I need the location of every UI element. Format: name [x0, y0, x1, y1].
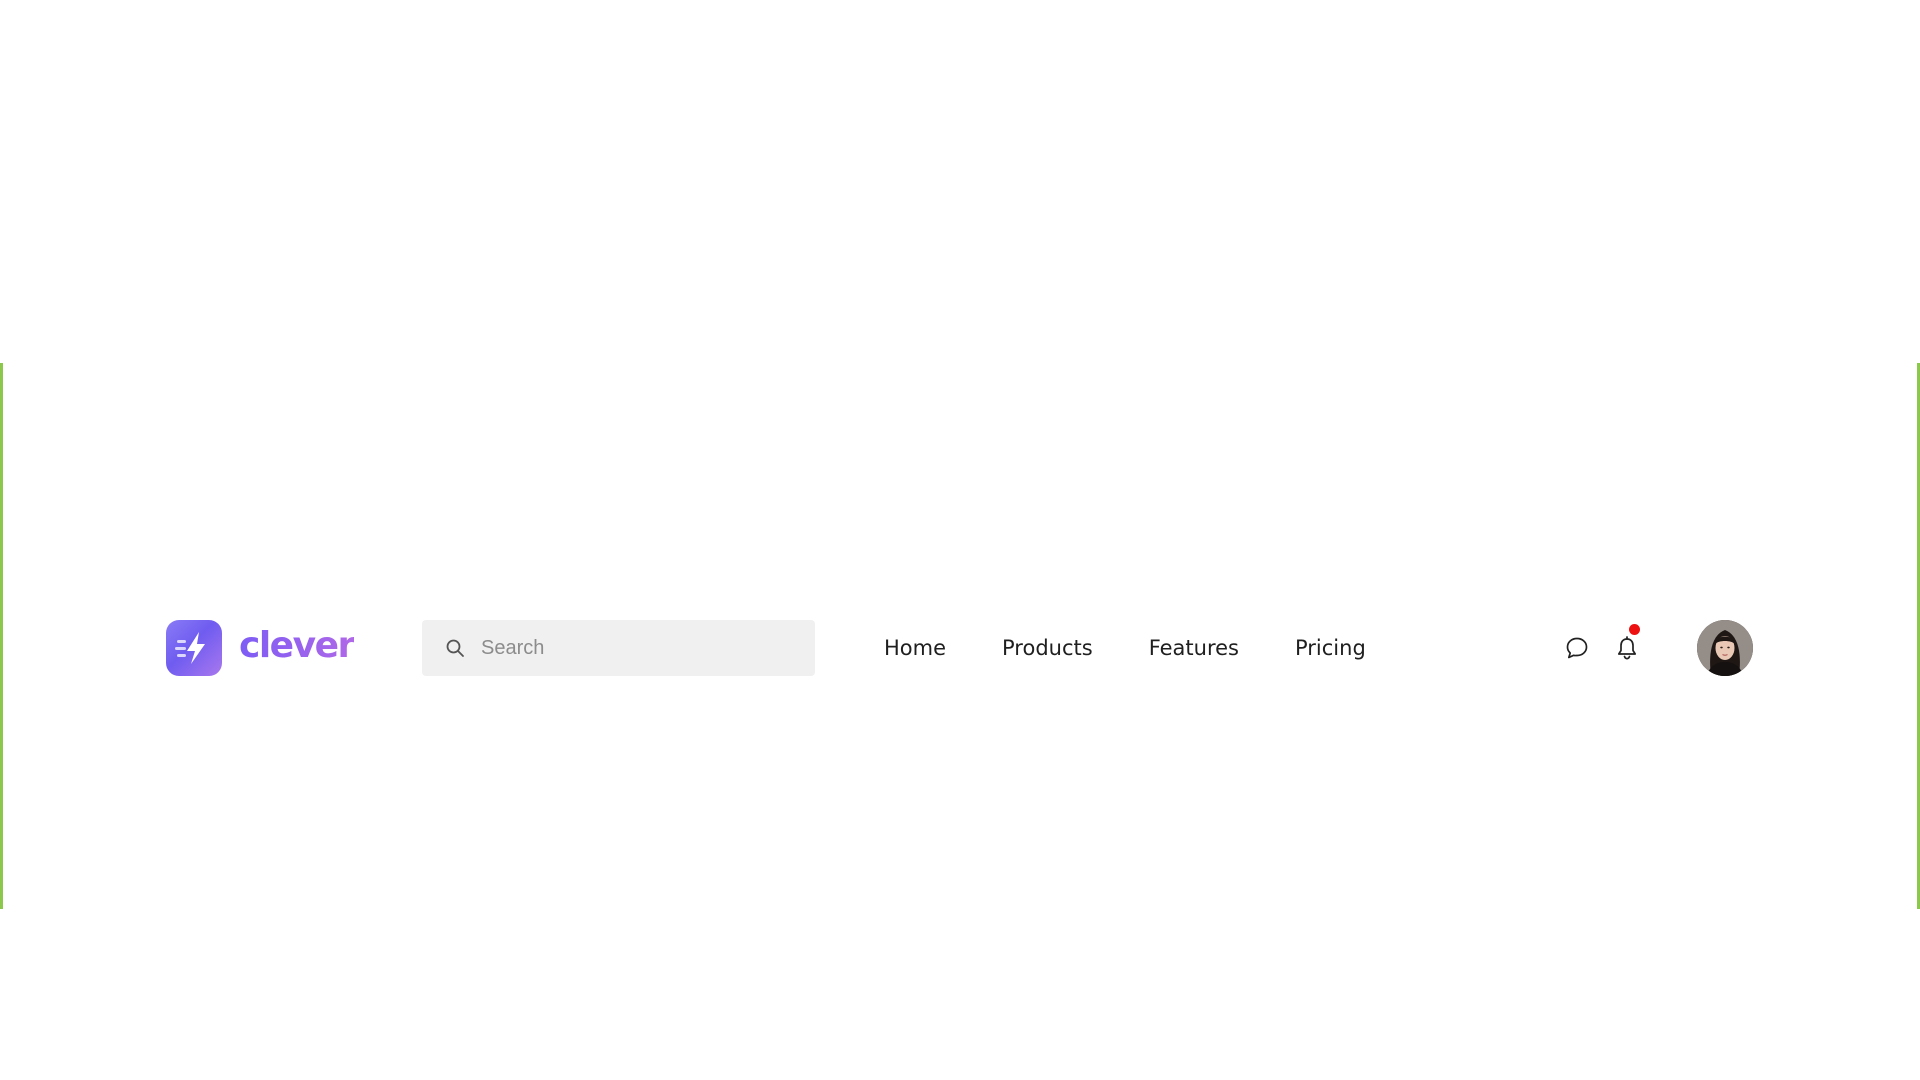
nav-link-products[interactable]: Products [1002, 636, 1093, 660]
chat-bubble-icon[interactable] [1561, 632, 1593, 664]
notification-dot [1629, 624, 1640, 635]
search-icon [444, 637, 466, 659]
nav-link-pricing[interactable]: Pricing [1295, 636, 1366, 660]
search-bar[interactable] [422, 620, 815, 676]
top-navbar: clever Home Products Features Pricing [0, 620, 1920, 676]
notification-bell-button[interactable] [1611, 624, 1643, 664]
nav-link-home[interactable]: Home [884, 636, 946, 660]
bell-icon [1615, 635, 1639, 661]
nav-link-features[interactable]: Features [1149, 636, 1239, 660]
main-nav: Home Products Features Pricing [884, 620, 1422, 676]
user-avatar[interactable] [1697, 620, 1753, 676]
lightning-bolt-icon [166, 620, 222, 676]
search-input[interactable] [479, 635, 803, 661]
brand-name: clever [239, 618, 355, 678]
brand-logo-link[interactable]: clever [166, 618, 355, 678]
